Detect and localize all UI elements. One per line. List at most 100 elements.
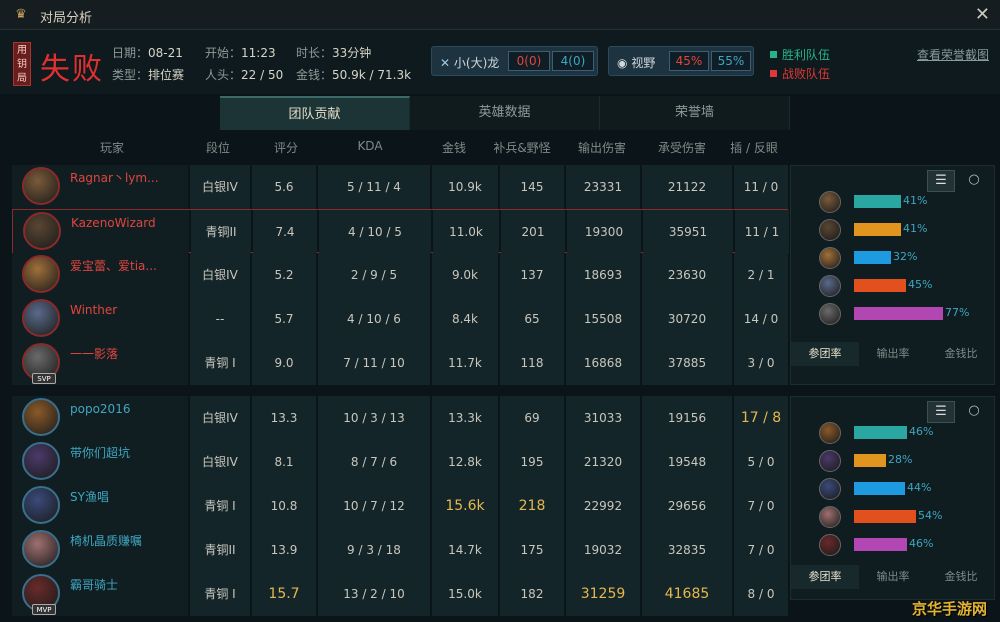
ptab-gold-share[interactable]: 金钱比 (927, 565, 995, 589)
player-row[interactable]: Winther -- 5.7 4 / 10 / 6 8.4k 65 15508 30720 14… (12, 297, 788, 341)
ptab-participation[interactable]: 参团率 (791, 342, 859, 366)
eye-icon: ◉ (617, 56, 628, 70)
champion-avatar[interactable] (22, 299, 60, 337)
stat-cs: 201 (501, 210, 565, 254)
legend-win: 胜利队伍 (770, 46, 830, 63)
player-row[interactable]: popo2016 白银IV 13.3 10 / 3 / 13 13.3k 69 31033 1… (12, 396, 788, 440)
close-icon[interactable]: ✕ (975, 4, 990, 25)
player-row[interactable]: 椅机晶质赚嘱 青铜II 13.9 9 / 3 / 18 14.7k 175 19032 328… (12, 528, 788, 572)
share-bar (854, 538, 907, 551)
champion-avatar[interactable] (22, 255, 60, 293)
ptab-participation[interactable]: 参团率 (791, 565, 859, 589)
stat-gold: 13.3k (432, 396, 498, 440)
tab-hero-data[interactable]: 英雄数据 (410, 96, 600, 130)
ptab-damage-share[interactable]: 输出率 (859, 342, 927, 366)
player-row[interactable]: Ragnar丶lym... 白银IV 5.6 5 / 11 / 4 10.9k 145 23… (12, 165, 788, 209)
player-name[interactable]: KazenoWizard (71, 216, 156, 230)
player-row[interactable]: 爱宝蕾、爱tia... 白银IV 5.2 2 / 9 / 5 9.0k 137 18693 2… (12, 253, 788, 297)
stat-dmg: 16868 (566, 341, 640, 385)
share-bar (854, 482, 905, 495)
player-row[interactable]: SVP 一一影落 青铜 I 9.0 7 / 11 / 10 11.7k 118 16868 37… (12, 341, 788, 385)
share-percent: 44% (907, 481, 932, 494)
stat-cs: 182 (500, 572, 564, 616)
share-row: 45% (791, 272, 996, 300)
tab-team-contribution[interactable]: 团队贡献 (220, 96, 410, 130)
share-avatar (819, 422, 841, 444)
stat-rank: 白银IV (190, 440, 250, 484)
legend-lose: 战败队伍 (770, 65, 830, 82)
player-name[interactable]: popo2016 (70, 402, 130, 416)
share-bar (854, 307, 943, 320)
window-title: 对局分析 (40, 11, 93, 26)
stat-score: 5.2 (252, 253, 316, 297)
share-percent: 45% (908, 278, 933, 291)
player-name[interactable]: 一一影落 (70, 347, 118, 361)
player-name[interactable]: Ragnar丶lym... (70, 171, 159, 185)
champion-avatar[interactable] (22, 486, 60, 524)
stat-gold: 9.0k (432, 253, 498, 297)
title-bar: ♛ 对局分析 ✕ (0, 0, 1000, 30)
share-avatar (819, 247, 841, 269)
champion-avatar[interactable] (23, 212, 61, 250)
player-name[interactable]: Winther (70, 303, 117, 317)
stat-cs: 137 (500, 253, 564, 297)
share-percent: 77% (945, 306, 970, 319)
share-percent: 46% (909, 537, 934, 550)
stat-kda: 4 / 10 / 5 (319, 210, 431, 254)
stat-rank: 青铜 I (190, 341, 250, 385)
stat-gold: 10.9k (432, 165, 498, 209)
share-percent: 46% (909, 425, 934, 438)
honor-screenshot-link[interactable]: 查看荣誉截图 (917, 46, 989, 63)
ptab-gold-share[interactable]: 金钱比 (927, 342, 995, 366)
player-name[interactable]: 霸哥骑士 (70, 578, 118, 592)
stat-wards: 17 / 8 (734, 396, 788, 440)
stat-rank: 青铜II (190, 528, 250, 572)
share-tabs: 参团率 输出率 金钱比 (791, 565, 996, 589)
stat-gold: 14.7k (432, 528, 498, 572)
stat-rank: 青铜 I (190, 484, 250, 528)
stat-score: 10.8 (252, 484, 316, 528)
stat-dmg: 21320 (566, 440, 640, 484)
stat-rank: 白银IV (190, 396, 250, 440)
player-row[interactable]: KazenoWizard 青铜II 7.4 4 / 10 / 5 11.0k 201 193… (12, 209, 789, 254)
stat-dmg: 31033 (566, 396, 640, 440)
stat-taken: 19548 (642, 440, 732, 484)
champion-avatar[interactable] (22, 442, 60, 480)
player-name[interactable]: SY渔唱 (70, 490, 109, 504)
share-bar (854, 251, 891, 264)
share-bar (854, 195, 901, 208)
player-name[interactable]: 带你们超坑 (70, 446, 130, 460)
dragon-label: ✕ 小(大)龙 (440, 56, 500, 70)
player-name[interactable]: 爱宝蕾、爱tia... (70, 259, 157, 273)
stat-score: 9.0 (252, 341, 316, 385)
stat-kda: 10 / 7 / 12 (318, 484, 430, 528)
stat-score: 13.9 (252, 528, 316, 572)
player-name[interactable]: 椅机晶质赚嘱 (70, 534, 142, 548)
team2-share-panel: ☰ ○ 46% 28% 44% 54% 46% 参团率 输出率 金钱比 (790, 396, 995, 600)
win-swatch (770, 51, 777, 58)
crossed-swords-icon: ✕ (440, 56, 451, 70)
stat-taken: 32835 (642, 528, 732, 572)
tab-honor-wall[interactable]: 荣誉墙 (600, 96, 790, 130)
player-row[interactable]: 带你们超坑 白银IV 8.1 8 / 7 / 6 12.8k 195 21320 19548 5… (12, 440, 788, 484)
champion-avatar[interactable] (22, 167, 60, 205)
column-header: 承受伤害 (657, 141, 706, 155)
stat-taken: 29656 (642, 484, 732, 528)
vision-label: ◉ 视野 (617, 56, 656, 70)
player-row[interactable]: MVP 霸哥骑士 青铜 I 15.7 13 / 2 / 10 15.0k 182 31259 4… (12, 572, 788, 616)
stat-gold: 8.4k (432, 297, 498, 341)
duration-meta: 时长：33分钟 (296, 46, 372, 60)
stat-kda: 7 / 11 / 10 (318, 341, 430, 385)
champion-avatar[interactable] (22, 398, 60, 436)
ptab-damage-share[interactable]: 输出率 (859, 565, 927, 589)
share-row: 77% (791, 300, 996, 328)
player-row[interactable]: SY渔唱 青铜 I 10.8 10 / 7 / 12 15.6k 218 22992 2965… (12, 484, 788, 528)
share-avatar (819, 275, 841, 297)
stat-gold: 15.6k (432, 484, 498, 528)
stat-wards: 7 / 0 (734, 528, 788, 572)
champion-avatar[interactable] (22, 530, 60, 568)
stat-taken: 37885 (642, 341, 732, 385)
column-header: 补兵&野怪 (493, 141, 551, 155)
share-bar (854, 454, 886, 467)
column-header: 玩家 (99, 141, 124, 155)
